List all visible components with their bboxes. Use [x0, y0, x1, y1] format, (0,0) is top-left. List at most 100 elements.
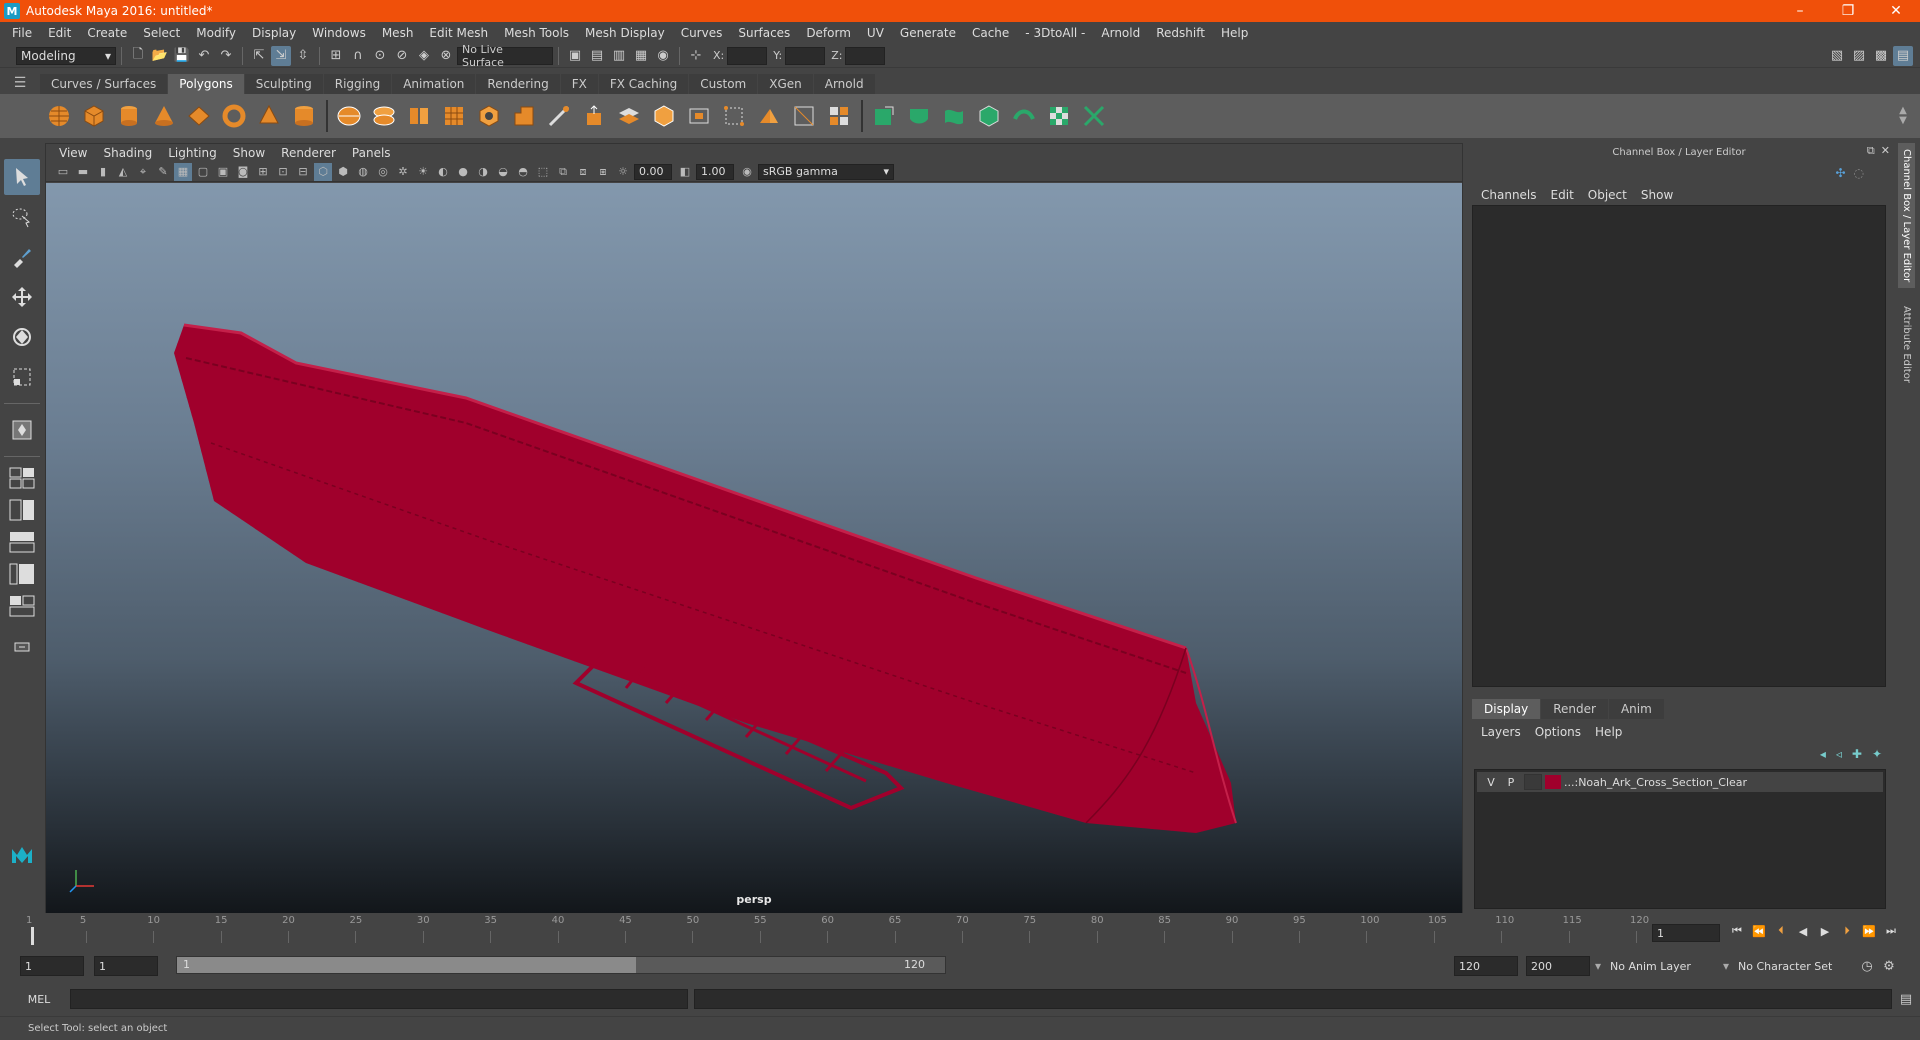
- screen-space-ao-icon[interactable]: ●: [454, 163, 472, 181]
- move-layer-down-icon[interactable]: ◃: [1836, 747, 1842, 761]
- lasso-tool-icon[interactable]: [4, 199, 40, 235]
- channel-box-content[interactable]: [1472, 205, 1886, 687]
- side-tab-attribute-editor[interactable]: Attribute Editor: [1898, 300, 1915, 389]
- close-panel-icon[interactable]: ✕: [1881, 144, 1890, 158]
- viewport-menu-lighting[interactable]: Lighting: [160, 146, 225, 160]
- mirror-icon[interactable]: [754, 101, 784, 131]
- poly-pyramid-icon[interactable]: [254, 101, 284, 131]
- current-frame-field[interactable]: 1: [1652, 924, 1720, 942]
- tab-anim[interactable]: Anim: [1608, 699, 1664, 719]
- layout-collapse-icon[interactable]: [7, 633, 37, 659]
- image-plane-icon[interactable]: ◭: [114, 163, 132, 181]
- show-menu[interactable]: Show: [1634, 188, 1680, 202]
- menu-cache[interactable]: Cache: [964, 26, 1017, 40]
- play-forwards-icon[interactable]: ▶: [1816, 922, 1834, 940]
- shelf-tab-curves-surfaces[interactable]: Curves / Surfaces: [40, 74, 168, 94]
- object-menu[interactable]: Object: [1581, 188, 1634, 202]
- select-tool-icon[interactable]: [4, 159, 40, 195]
- command-language-label[interactable]: MEL: [8, 989, 70, 1009]
- mode-selector[interactable]: Modeling ▾: [16, 46, 116, 65]
- start-time-field[interactable]: 1: [20, 956, 84, 976]
- menu-curves[interactable]: Curves: [673, 26, 731, 40]
- poly-cone-icon[interactable]: [149, 101, 179, 131]
- snap-view-icon[interactable]: ⊘: [392, 46, 412, 66]
- move-tool-icon[interactable]: [4, 279, 40, 315]
- render-view-icon[interactable]: ◉: [653, 46, 673, 66]
- viewport-menu-view[interactable]: View: [51, 146, 95, 160]
- paint-select-tool-icon[interactable]: [4, 239, 40, 275]
- gate-mask-icon[interactable]: ◙: [234, 163, 252, 181]
- booleans-icon[interactable]: [474, 101, 504, 131]
- open-scene-icon[interactable]: 📂: [150, 46, 170, 66]
- shelf-tab-rigging[interactable]: Rigging: [323, 74, 392, 94]
- motion-blur-icon[interactable]: ◑: [474, 163, 492, 181]
- poly-torus-icon[interactable]: [219, 101, 249, 131]
- show-manipulator-icon[interactable]: [4, 412, 40, 448]
- resolution-gate-icon[interactable]: ▣: [214, 163, 232, 181]
- poly-cube-icon[interactable]: [79, 101, 109, 131]
- smooth-shade-icon[interactable]: ⬢: [334, 163, 352, 181]
- select-by-component-icon[interactable]: ⇳: [293, 46, 313, 66]
- remesh-icon[interactable]: [509, 101, 539, 131]
- extract-icon[interactable]: [404, 101, 434, 131]
- layer-color-swatch[interactable]: [1545, 775, 1561, 789]
- float-panel-icon[interactable]: ⧉: [1867, 144, 1875, 158]
- anti-aliasing-icon[interactable]: ◒: [494, 163, 512, 181]
- side-tab-channel-box[interactable]: Channel Box / Layer Editor: [1898, 143, 1915, 289]
- viewport-menu-show[interactable]: Show: [225, 146, 273, 160]
- fill-hole-icon[interactable]: [684, 101, 714, 131]
- color-management-icon[interactable]: ◉: [738, 163, 756, 181]
- go-to-end-icon[interactable]: ⏭: [1882, 922, 1900, 940]
- modeling-toolkit-icon[interactable]: ▧: [1827, 46, 1847, 66]
- z-field[interactable]: [845, 46, 886, 65]
- menu-create[interactable]: Create: [79, 26, 135, 40]
- grease-pencil-icon[interactable]: ✎: [154, 163, 172, 181]
- layer-visibility-toggle[interactable]: V: [1481, 773, 1501, 791]
- menu-edit-mesh[interactable]: Edit Mesh: [421, 26, 496, 40]
- undo-icon[interactable]: ↶: [194, 46, 214, 66]
- speed-icon[interactable]: ◌: [1854, 166, 1864, 180]
- smooth-icon[interactable]: [439, 101, 469, 131]
- camera-icon[interactable]: ▭: [54, 163, 72, 181]
- menu-generate[interactable]: Generate: [892, 26, 964, 40]
- restore-button[interactable]: ❐: [1824, 0, 1872, 22]
- transform-mode-icon[interactable]: ⊹: [686, 46, 706, 66]
- layout-single-icon[interactable]: [7, 465, 37, 491]
- ipr-render-icon[interactable]: ▤: [587, 46, 607, 66]
- menu-windows[interactable]: Windows: [304, 26, 374, 40]
- transfer-attributes-icon[interactable]: [1009, 101, 1039, 131]
- bevel-icon[interactable]: [649, 101, 679, 131]
- render-current-frame-icon[interactable]: ▣: [565, 46, 585, 66]
- time-slider[interactable]: 1 5 10 15 20 25 30 35 40 45 50 55 60 65 70 75 80 85 90 95 10…: [24, 913, 1649, 949]
- textured-icon[interactable]: ✲: [394, 163, 412, 181]
- field-chart-icon[interactable]: ⊞: [254, 163, 272, 181]
- symmetry-icon[interactable]: [1079, 101, 1109, 131]
- layout-outliner-icon[interactable]: [7, 529, 37, 555]
- live-surface-field[interactable]: No Live Surface: [457, 43, 553, 69]
- menu-deform[interactable]: Deform: [798, 26, 859, 40]
- append-polygon-icon[interactable]: [719, 101, 749, 131]
- camera-attributes-icon[interactable]: ▬: [74, 163, 92, 181]
- layers-menu[interactable]: Layers: [1474, 725, 1528, 739]
- snap-grid-icon[interactable]: ⊞: [326, 46, 346, 66]
- shelf-tab-polygons[interactable]: Polygons: [168, 74, 244, 94]
- shelf-tab-rendering[interactable]: Rendering: [476, 74, 560, 94]
- manipulator-icon[interactable]: ✣: [1835, 166, 1845, 180]
- xray-joints-icon[interactable]: ⧈: [574, 163, 592, 181]
- soft-selection-icon[interactable]: [869, 101, 899, 131]
- multi-cut-icon[interactable]: [544, 101, 574, 131]
- grid-icon[interactable]: ▦: [174, 162, 192, 181]
- poly-cylinder-icon[interactable]: [114, 101, 144, 131]
- minimize-button[interactable]: –: [1776, 0, 1824, 22]
- new-layer-icon[interactable]: ✚: [1852, 747, 1862, 761]
- range-slider-fill[interactable]: [177, 957, 637, 973]
- menu-redshift[interactable]: Redshift: [1148, 26, 1213, 40]
- layout-graph-icon[interactable]: [7, 561, 37, 587]
- menu-help[interactable]: Help: [1213, 26, 1256, 40]
- channel-box-icon[interactable]: ▤: [1893, 45, 1913, 66]
- paint-weights-icon[interactable]: [974, 101, 1004, 131]
- attribute-editor-icon[interactable]: ▨: [1849, 46, 1869, 66]
- safe-title-icon[interactable]: ⊟: [294, 163, 312, 181]
- poly-plane-icon[interactable]: [184, 101, 214, 131]
- isolate-select-icon[interactable]: ⬚: [534, 163, 552, 181]
